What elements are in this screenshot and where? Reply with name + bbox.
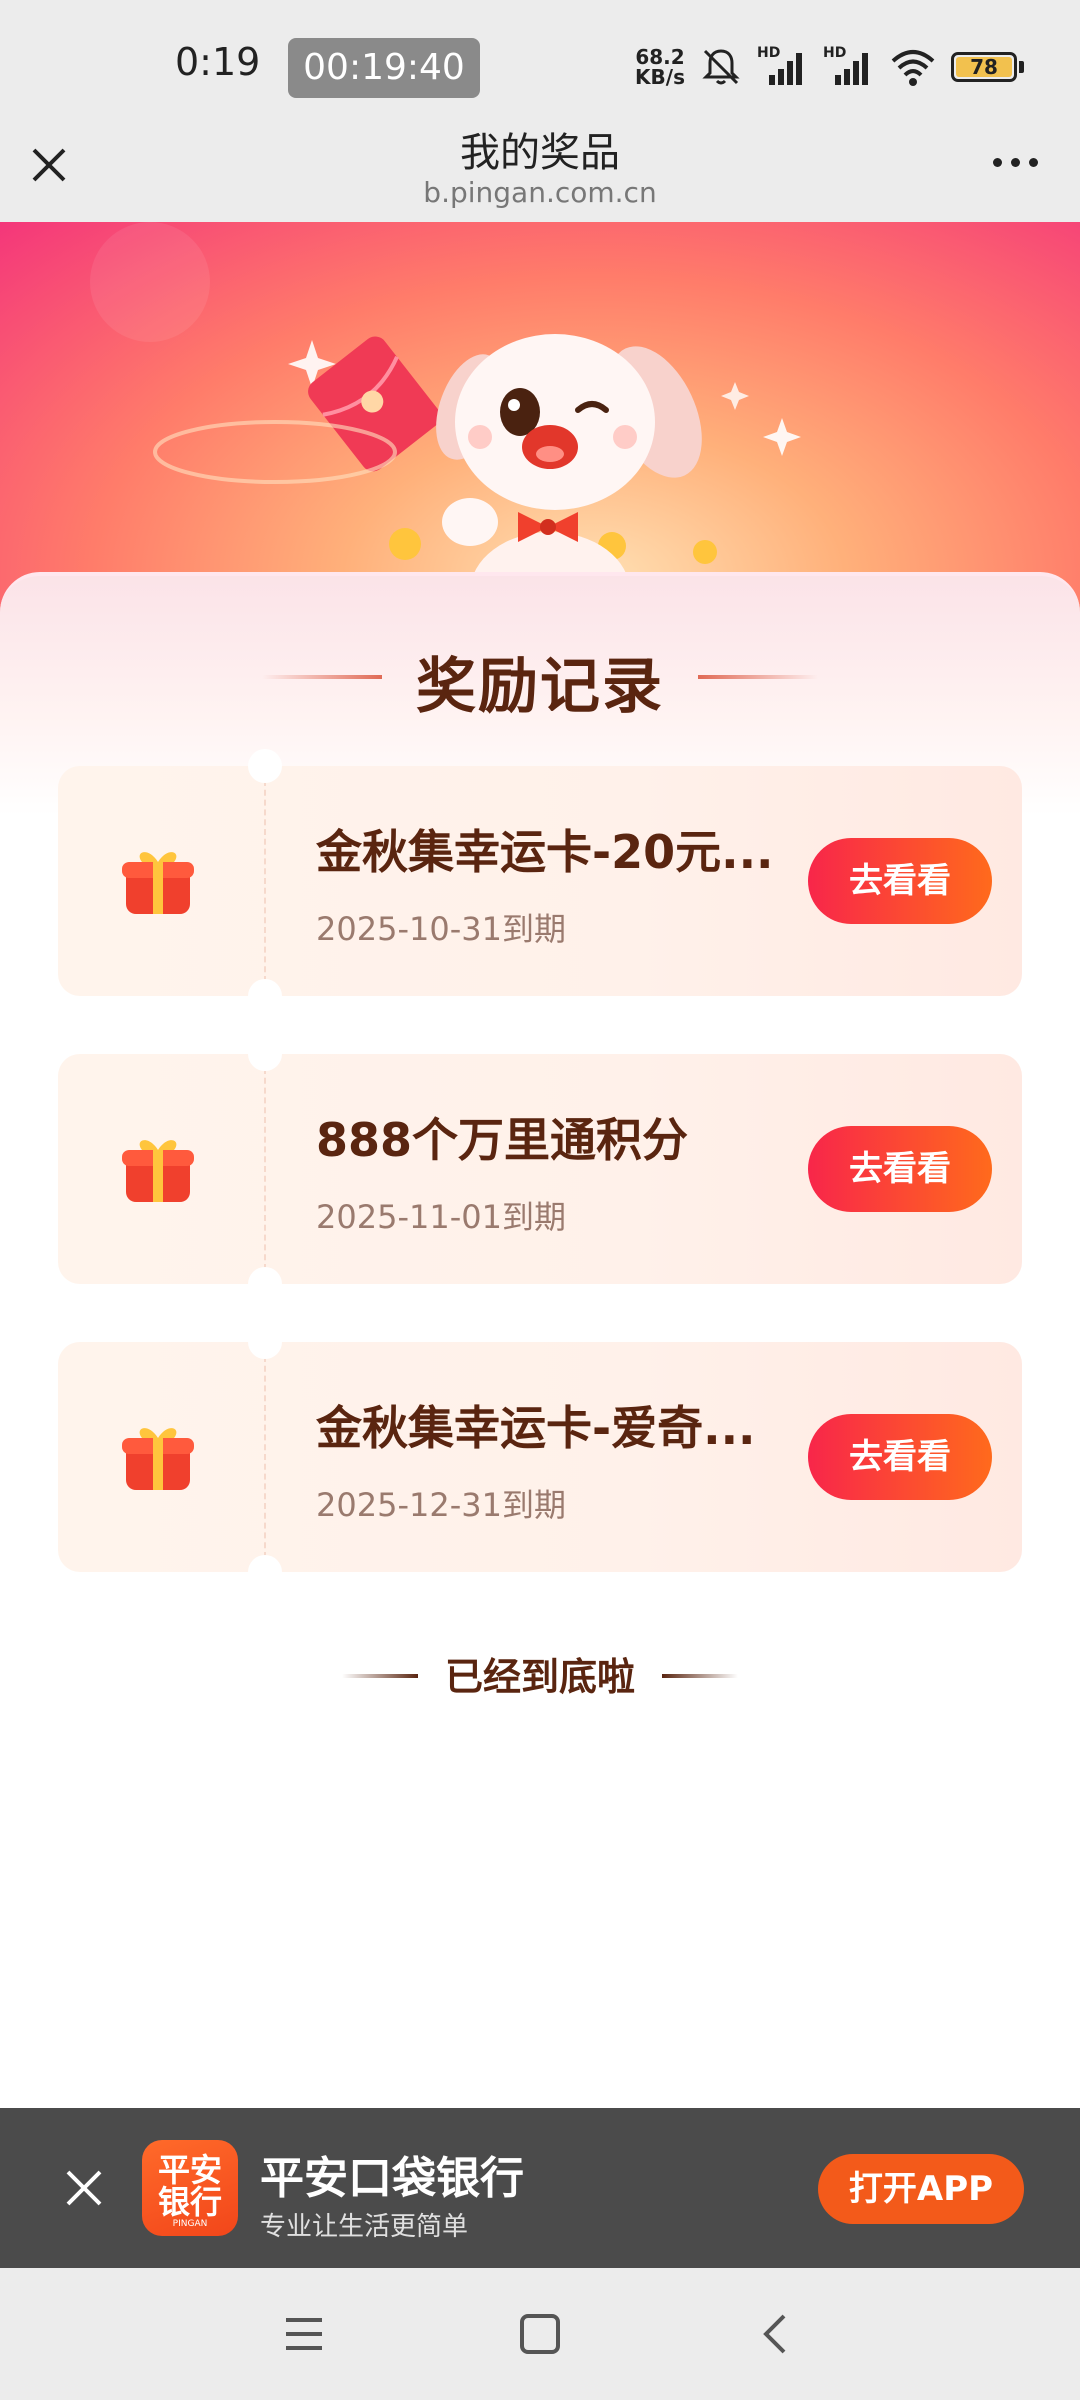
open-app-button[interactable]: 打开APP — [818, 2154, 1024, 2224]
browser-title-bar: 我的奖品 b.pingan.com.cn — [0, 130, 1080, 222]
signal-1: HD — [757, 45, 809, 89]
close-icon[interactable] — [62, 2166, 106, 2210]
title-decor-right — [698, 675, 818, 679]
back-icon[interactable] — [750, 2308, 802, 2360]
network-speed-value: 68.2 — [635, 45, 685, 69]
status-time: 0:19 — [175, 40, 261, 84]
end-decor-right — [662, 1674, 738, 1678]
status-bar: 0:19 00:19:40 68.2 KB/s HD HD 78 — [0, 0, 1080, 134]
cell-signal-icon — [769, 53, 802, 85]
status-icons: 68.2 KB/s HD HD 78 — [635, 42, 1024, 92]
more-icon[interactable] — [993, 158, 1038, 167]
battery-indicator: 78 — [951, 52, 1024, 82]
network-speed: 68.2 KB/s — [635, 47, 685, 87]
reward-card: 金秋集幸运卡-爱奇... 2025-12-31到期 去看看 — [58, 1325, 1022, 1589]
reward-card: 金秋集幸运卡-20元... 2025-10-31到期 去看看 — [58, 749, 1022, 1013]
system-nav-bar — [0, 2268, 1080, 2400]
page-url: b.pingan.com.cn — [423, 176, 657, 209]
app-logo-line2: 银行 — [157, 2183, 222, 2221]
reward-name: 金秋集幸运卡-爱奇... — [316, 1401, 756, 1455]
app-logo: 平安 银行 PINGAN — [142, 2140, 238, 2236]
app-name: 平安口袋银行 — [260, 2153, 524, 2204]
wifi-icon — [891, 50, 935, 86]
home-icon[interactable] — [514, 2308, 566, 2360]
reward-name: 888个万里通积分 — [316, 1113, 689, 1167]
section-title: 奖励记录 — [416, 652, 664, 722]
cell-signal-icon — [835, 53, 868, 85]
view-reward-button[interactable]: 去看看 — [808, 838, 992, 924]
reward-expiry: 2025-11-01到期 — [316, 1198, 566, 1236]
app-slogan: 专业让生活更简单 — [260, 2212, 469, 2242]
gift-box-icon — [122, 1428, 194, 1490]
signal-2: HD — [823, 45, 875, 89]
app-logo-line1: 平安 — [157, 2151, 222, 2189]
view-reward-button[interactable]: 去看看 — [808, 1126, 992, 1212]
gift-box-icon — [122, 852, 194, 914]
battery-level: 78 — [956, 57, 1012, 78]
menu-icon[interactable] — [278, 2308, 330, 2360]
bell-mute-icon — [702, 49, 740, 85]
page-title: 我的奖品 — [460, 130, 620, 176]
reward-card: 888个万里通积分 2025-11-01到期 去看看 — [58, 1037, 1022, 1301]
end-of-list-text: 已经到底啦 — [444, 1655, 635, 1699]
reward-expiry: 2025-10-31到期 — [316, 910, 566, 948]
reward-expiry: 2025-12-31到期 — [316, 1486, 566, 1524]
app-download-banner: 平安 银行 PINGAN 平安口袋银行 专业让生活更简单 打开APP — [0, 2108, 1080, 2268]
reward-name: 金秋集幸运卡-20元... — [316, 825, 774, 879]
gift-box-icon — [122, 1140, 194, 1202]
screen-record-timer: 00:19:40 — [288, 38, 480, 98]
app-logo-sub: PINGAN — [172, 2219, 208, 2229]
view-reward-button[interactable]: 去看看 — [808, 1414, 992, 1500]
network-speed-unit: KB/s — [635, 65, 685, 89]
